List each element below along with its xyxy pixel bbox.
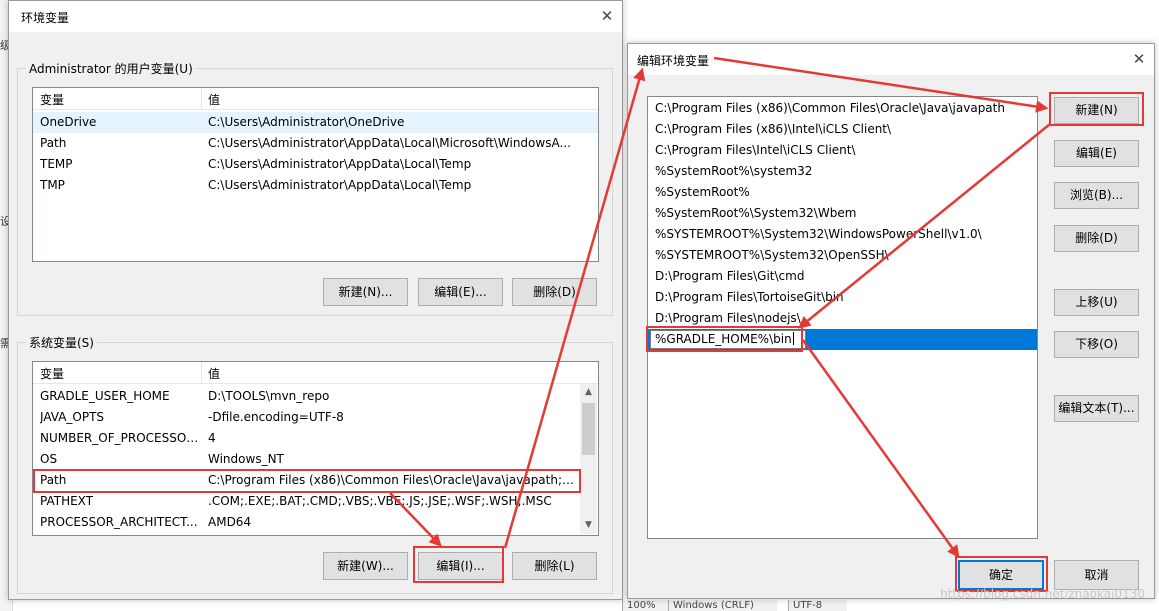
- list-item[interactable]: %SYSTEMROOT%\System32\OpenSSH\: [648, 245, 1037, 266]
- column-header-variable[interactable]: 变量: [40, 365, 64, 382]
- table-row[interactable]: JAVA_OPTS -Dfile.encoding=UTF-8: [33, 407, 598, 428]
- var-value: 4: [208, 431, 216, 445]
- list-item[interactable]: %SystemRoot%\System32\Wbem: [648, 203, 1037, 224]
- var-value: C:\Users\Administrator\AppData\Local\Tem…: [208, 157, 472, 171]
- list-item[interactable]: %SystemRoot%: [648, 182, 1037, 203]
- var-value: AMD64: [208, 515, 252, 529]
- table-row[interactable]: TEMP C:\Users\Administrator\AppData\Loca…: [33, 154, 598, 175]
- scroll-down-icon[interactable]: ▼: [580, 517, 597, 534]
- list-item[interactable]: D:\Program Files\nodejs\: [648, 308, 1037, 329]
- status-line-ending: Windows (CRLF): [668, 600, 777, 611]
- status-encoding: UTF-8: [788, 600, 847, 611]
- table-row[interactable]: Path C:\Users\Administrator\AppData\Loca…: [33, 133, 598, 154]
- system-new-button[interactable]: 新建(W)...: [323, 552, 408, 580]
- close-icon[interactable]: ✕: [598, 7, 616, 25]
- list-item[interactable]: D:\Program Files\TortoiseGit\bin: [648, 287, 1037, 308]
- var-value: -Dfile.encoding=UTF-8: [208, 410, 344, 424]
- scrollbar-thumb[interactable]: [582, 403, 595, 455]
- user-vars-list-header: 变量 值: [33, 88, 598, 110]
- table-row[interactable]: OS Windows_NT: [33, 449, 598, 470]
- move-up-button[interactable]: 上移(U): [1054, 289, 1139, 316]
- new-path-button[interactable]: 新建(N): [1054, 97, 1139, 124]
- system-vars-list-header: 变量 值: [33, 362, 598, 384]
- var-name: PATHEXT: [40, 494, 94, 508]
- list-item[interactable]: C:\Program Files (x86)\Intel\iCLS Client…: [648, 119, 1037, 140]
- env-dialog-title: 环境变量: [21, 11, 70, 25]
- var-value: C:\Users\Administrator\AppData\Local\Tem…: [208, 178, 472, 192]
- column-header-value[interactable]: 值: [208, 365, 220, 382]
- user-edit-button[interactable]: 编辑(E)...: [418, 278, 503, 306]
- column-header-variable[interactable]: 变量: [40, 91, 64, 108]
- list-item[interactable]: %SystemRoot%\system32: [648, 161, 1037, 182]
- move-down-button[interactable]: 下移(O): [1054, 331, 1139, 358]
- column-header-value[interactable]: 值: [208, 91, 220, 108]
- var-value: C:\Program Files (x86)\Common Files\Orac…: [208, 473, 576, 487]
- new-path-text: %GRADLE_HOME%\bin: [655, 332, 792, 346]
- list-item[interactable]: C:\Program Files\Intel\iCLS Client\: [648, 140, 1037, 161]
- list-item[interactable]: %SYSTEMROOT%\System32\WindowsPowerShell\…: [648, 224, 1037, 245]
- browse-button[interactable]: 浏览(B)...: [1054, 182, 1139, 209]
- system-vars-list[interactable]: 变量 值 GRADLE_USER_HOME D:\TOOLS\mvn_repo …: [32, 361, 599, 536]
- var-name: JAVA_OPTS: [40, 410, 105, 424]
- status-zoom: 100%: [622, 600, 671, 611]
- list-item[interactable]: D:\Program Files\Git\cmd: [648, 266, 1037, 287]
- delete-path-button[interactable]: 删除(D): [1054, 225, 1139, 252]
- edit-text-button[interactable]: 编辑文本(T)...: [1054, 395, 1139, 422]
- var-value: Windows_NT: [208, 452, 284, 466]
- edit-dialog-title: 编辑环境变量: [637, 54, 710, 68]
- system-vars-scrollbar[interactable]: ▲ ▼: [580, 384, 597, 534]
- table-row[interactable]: PATHEXT .COM;.EXE;.BAT;.CMD;.VBS;.VBE;.J…: [33, 491, 598, 512]
- var-name: PROCESSOR_ARCHITECT...: [40, 515, 198, 529]
- table-row[interactable]: OneDrive C:\Users\Administrator\OneDrive: [33, 112, 598, 133]
- table-row[interactable]: PROCESSOR_ARCHITECT... AMD64: [33, 512, 598, 533]
- table-row[interactable]: GRADLE_USER_HOME D:\TOOLS\mvn_repo: [33, 386, 598, 407]
- edit-path-button[interactable]: 编辑(E): [1054, 140, 1139, 167]
- edit-env-var-dialog: 编辑环境变量 ✕ C:\Program Files (x86)\Common F…: [627, 43, 1155, 599]
- system-edit-button[interactable]: 编辑(I)...: [418, 552, 503, 580]
- close-icon[interactable]: ✕: [1130, 50, 1148, 68]
- edit-dialog-titlebar: 编辑环境变量 ✕: [628, 44, 1154, 75]
- path-entries-list[interactable]: C:\Program Files (x86)\Common Files\Orac…: [647, 96, 1038, 539]
- table-row-path[interactable]: Path C:\Program Files (x86)\Common Files…: [33, 470, 598, 491]
- system-delete-button[interactable]: 删除(L): [512, 552, 597, 580]
- list-item-selected[interactable]: %GRADLE_HOME%\bin: [648, 329, 1037, 350]
- column-divider[interactable]: [201, 362, 202, 383]
- var-value: .COM;.EXE;.BAT;.CMD;.VBS;.VBE;.JS;.JSE;.…: [208, 494, 552, 508]
- watermark: https://blog.csdn.net/zhaokai0130: [940, 587, 1145, 601]
- var-name: TEMP: [40, 157, 73, 171]
- system-vars-group-label: 系统变量(S): [26, 334, 97, 351]
- var-name: GRADLE_USER_HOME: [40, 389, 170, 403]
- var-name: OneDrive: [40, 115, 97, 129]
- env-vars-dialog: 环境变量 ✕ Administrator 的用户变量(U) 变量 值 OneDr…: [8, 0, 623, 600]
- var-name: Path: [40, 473, 67, 487]
- scroll-up-icon[interactable]: ▲: [580, 384, 597, 401]
- table-row[interactable]: TMP C:\Users\Administrator\AppData\Local…: [33, 175, 598, 196]
- cancel-button[interactable]: 取消: [1054, 560, 1139, 590]
- user-vars-group-label: Administrator 的用户变量(U): [26, 60, 196, 77]
- var-name: Path: [40, 136, 67, 150]
- new-path-input[interactable]: %GRADLE_HOME%\bin: [650, 330, 806, 349]
- var-value: C:\Users\Administrator\OneDrive: [208, 115, 405, 129]
- var-value: C:\Users\Administrator\AppData\Local\Mic…: [208, 136, 571, 150]
- var-name: NUMBER_OF_PROCESSORS: [40, 431, 200, 445]
- user-new-button[interactable]: 新建(N)...: [323, 278, 408, 306]
- user-delete-button[interactable]: 删除(D): [512, 278, 597, 306]
- var-name: OS: [40, 452, 58, 466]
- table-row[interactable]: NUMBER_OF_PROCESSORS 4: [33, 428, 598, 449]
- text-caret: [792, 332, 794, 345]
- user-vars-list[interactable]: 变量 值 OneDrive C:\Users\Administrator\One…: [32, 87, 599, 262]
- ok-button[interactable]: 确定: [958, 560, 1044, 590]
- env-dialog-titlebar: 环境变量 ✕: [9, 1, 622, 32]
- column-divider[interactable]: [201, 88, 202, 109]
- var-name: TMP: [40, 178, 65, 192]
- list-item[interactable]: C:\Program Files (x86)\Common Files\Orac…: [648, 98, 1037, 119]
- var-value: D:\TOOLS\mvn_repo: [208, 389, 330, 403]
